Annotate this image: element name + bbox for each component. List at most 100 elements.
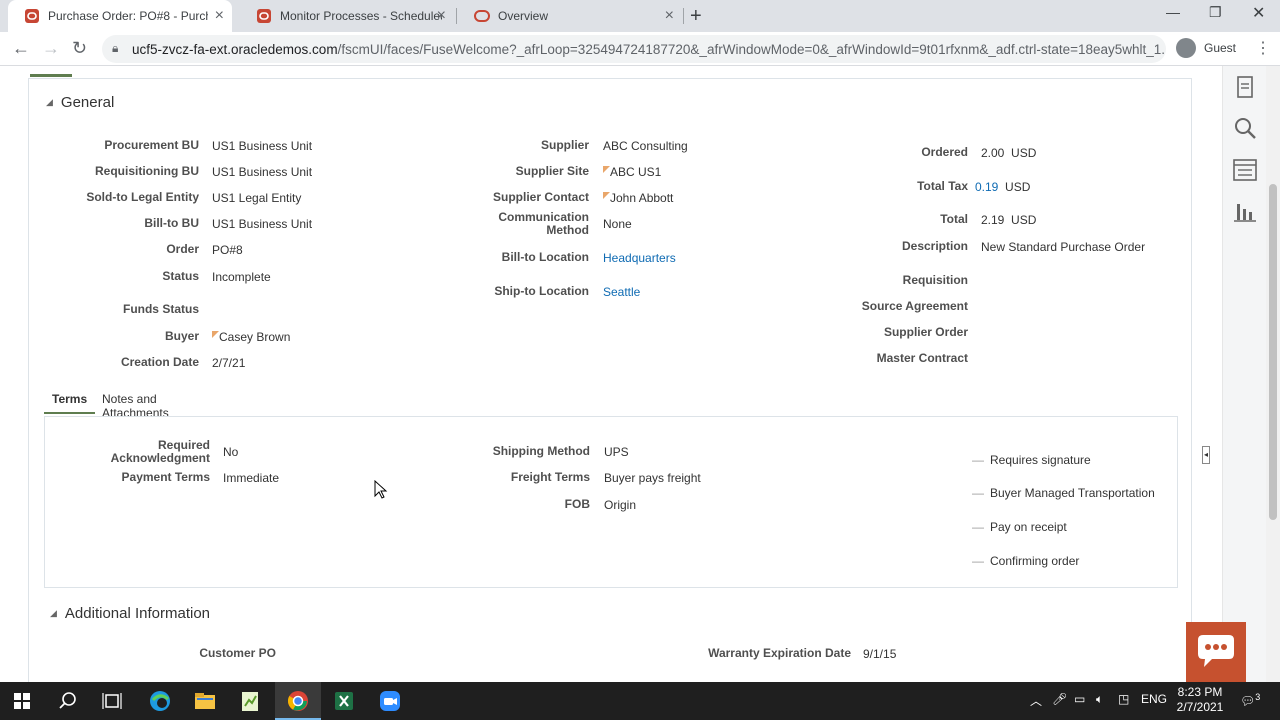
zoom-icon[interactable] bbox=[377, 688, 403, 714]
clock-date: 2/7/2021 bbox=[1176, 700, 1224, 714]
wifi-icon[interactable]: ◳ bbox=[1118, 692, 1129, 706]
scrollbar-thumb[interactable] bbox=[1269, 184, 1277, 520]
profile-button[interactable]: Guest bbox=[1176, 38, 1236, 58]
search-icon[interactable] bbox=[55, 688, 81, 714]
window-close-icon[interactable]: ✕ bbox=[1252, 3, 1265, 23]
flag-marker-icon bbox=[603, 192, 610, 199]
bar-chart-icon[interactable] bbox=[1231, 196, 1259, 224]
field-label: Supplier Site bbox=[515, 164, 589, 178]
taskbar-clock[interactable]: 8:23 PM 2/7/2021 bbox=[1170, 685, 1230, 715]
field-label: Bill-to Location bbox=[501, 250, 589, 264]
warranty-expiration-value: 9/1/15 bbox=[863, 647, 897, 661]
page-scrollbar[interactable] bbox=[1266, 66, 1280, 682]
notification-center-icon[interactable]: 💬︎3 bbox=[1240, 692, 1260, 708]
supplier-contact-text: John Abbott bbox=[610, 191, 674, 205]
tab-monitor-processes[interactable]: Monitor Processes - Scheduled P × bbox=[240, 0, 454, 32]
currency: USD bbox=[1005, 180, 1031, 194]
microphone-icon[interactable]: 🎤︎ bbox=[1052, 692, 1067, 706]
tab-title: Overview bbox=[498, 9, 549, 23]
tab-overview[interactable]: Overview × bbox=[458, 0, 682, 32]
creation-date-value: 2/7/21 bbox=[212, 356, 246, 370]
close-icon[interactable]: × bbox=[665, 8, 674, 24]
field-label: Shipping Method bbox=[492, 444, 590, 458]
menu-kebab-icon[interactable]: ⋮ bbox=[1255, 38, 1271, 58]
page-content: ◢ General Procurement BU US1 Business Un… bbox=[0, 66, 1280, 682]
oracle-icon bbox=[256, 8, 272, 24]
freight-terms-value: Buyer pays freight bbox=[604, 471, 701, 485]
lock-icon: 🔒︎ bbox=[112, 41, 119, 55]
supplier-site-text: ABC US1 bbox=[610, 165, 662, 179]
field-label: Buyer bbox=[164, 329, 199, 343]
field-label: Sold-to Legal Entity bbox=[86, 190, 199, 204]
amount: 2.19 bbox=[981, 213, 1005, 227]
buyer-managed-transportation-flag: — Buyer Managed Transportation bbox=[972, 486, 1155, 500]
tab-separator bbox=[456, 8, 457, 24]
field-label: Total bbox=[940, 212, 968, 226]
payment-terms-value: Immediate bbox=[223, 471, 280, 485]
notepad-plus-icon[interactable] bbox=[237, 688, 263, 714]
communication-method-label: Communication Method bbox=[498, 211, 589, 237]
tab-terms[interactable]: Terms bbox=[44, 386, 96, 414]
field-label: Requisition bbox=[902, 273, 968, 287]
url-input[interactable]: 🔒︎ ucf5-zvcz-fa-ext.oracledemos.com/fscm… bbox=[102, 35, 1166, 63]
close-icon[interactable]: × bbox=[215, 8, 224, 24]
task-list-icon[interactable] bbox=[1231, 156, 1259, 184]
fob-value: Origin bbox=[604, 498, 637, 512]
field-label: Customer PO bbox=[199, 646, 276, 660]
edge-icon[interactable] bbox=[147, 688, 173, 714]
ship-to-location-link[interactable]: Seattle bbox=[603, 285, 640, 299]
forward-arrow-icon[interactable]: → bbox=[42, 38, 60, 59]
buyer-value[interactable]: Casey Brown bbox=[212, 330, 290, 344]
panel-splitter-handle[interactable]: ◂ bbox=[1202, 446, 1210, 464]
minimize-icon[interactable]: — bbox=[1166, 4, 1180, 20]
sold-to-legal-entity-value: US1 Legal Entity bbox=[212, 191, 302, 205]
dash-mark: — bbox=[972, 554, 984, 568]
requisitioning-bu-value: US1 Business Unit bbox=[212, 165, 313, 179]
chat-button[interactable] bbox=[1186, 622, 1246, 682]
back-arrow-icon[interactable]: ← bbox=[12, 38, 30, 59]
communication-method-value: None bbox=[603, 217, 632, 231]
field-label: FOB bbox=[564, 497, 590, 511]
chrome-icon[interactable] bbox=[285, 688, 311, 714]
flag-label: Confirming order bbox=[990, 554, 1080, 568]
field-label: Master Contract bbox=[876, 351, 968, 365]
network-icon[interactable]: ▭ bbox=[1074, 692, 1085, 706]
flag-marker-icon bbox=[603, 166, 610, 173]
collapse-triangle-icon: ◢ bbox=[50, 608, 57, 618]
supplier-site-value[interactable]: ABC US1 bbox=[603, 165, 661, 179]
additional-info-section-header[interactable]: ◢ Additional Information bbox=[50, 605, 210, 622]
pay-on-receipt-flag: — Pay on receipt bbox=[972, 520, 1067, 534]
field-label: Procurement BU bbox=[104, 138, 199, 152]
document-icon[interactable] bbox=[1231, 74, 1259, 102]
language-indicator[interactable]: ENG bbox=[1141, 692, 1167, 706]
general-section-header[interactable]: ◢ General bbox=[46, 94, 114, 111]
total-tax-link[interactable]: 0.19 bbox=[975, 180, 998, 194]
file-explorer-icon[interactable] bbox=[192, 688, 218, 714]
excel-icon[interactable] bbox=[331, 688, 357, 714]
windows-start-icon[interactable] bbox=[9, 688, 35, 714]
volume-icon[interactable]: 🔈︎ bbox=[1096, 692, 1103, 707]
tab-purchase-order[interactable]: Purchase Order: PO#8 - Purchase × bbox=[8, 0, 232, 32]
reload-icon[interactable]: ↻ bbox=[72, 38, 87, 59]
profile-label: Guest bbox=[1204, 41, 1237, 55]
supplier-contact-value[interactable]: John Abbott bbox=[603, 191, 673, 205]
task-view-icon[interactable] bbox=[99, 688, 125, 714]
url-host: ucf5-zvcz-fa-ext.oracledemos.com bbox=[132, 41, 338, 57]
ordered-amount: 2.00 USD bbox=[981, 146, 1036, 160]
required-acknowledgment-value: No bbox=[223, 445, 239, 459]
section-title: General bbox=[60, 94, 115, 111]
collapse-triangle-icon: ◢ bbox=[46, 97, 53, 107]
search-icon[interactable] bbox=[1231, 114, 1259, 142]
close-icon[interactable]: × bbox=[437, 8, 446, 24]
bill-to-location-link[interactable]: Headquarters bbox=[603, 251, 676, 265]
requires-signature-flag: — Requires signature bbox=[972, 453, 1091, 467]
field-label: Creation Date bbox=[120, 355, 199, 369]
supplier-value: ABC Consulting bbox=[603, 139, 688, 153]
windows-taskbar: ︿ 🎤︎ ▭ 🔈︎ ◳ ENG 8:23 PM 2/7/2021 💬︎3 bbox=[0, 682, 1280, 720]
show-hidden-icons-chevron[interactable]: ︿ bbox=[1030, 692, 1042, 709]
chat-bubble-icon bbox=[1198, 635, 1234, 667]
dash-mark: — bbox=[972, 453, 984, 467]
maximize-icon[interactable]: ❐ bbox=[1209, 4, 1222, 21]
new-tab-button[interactable]: + bbox=[690, 5, 702, 28]
dash-mark: — bbox=[972, 486, 984, 500]
